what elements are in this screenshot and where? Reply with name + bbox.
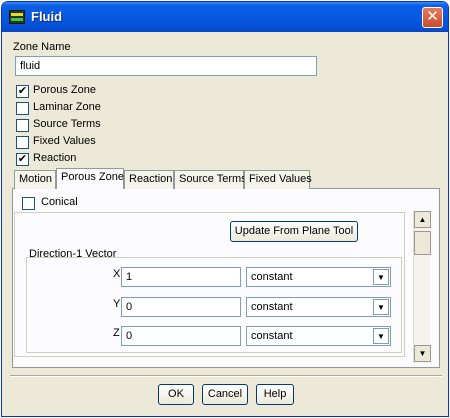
checkmark-icon: ✔ bbox=[17, 85, 28, 97]
update-from-plane-tool-button[interactable]: Update From Plane Tool bbox=[230, 221, 358, 242]
source-terms-checkbox[interactable] bbox=[16, 119, 29, 132]
window-title: Fluid bbox=[31, 9, 63, 24]
y-input[interactable]: 0 bbox=[121, 297, 241, 317]
tab-fixed-values[interactable]: Fixed Values bbox=[244, 170, 312, 189]
conical-checkbox[interactable] bbox=[22, 197, 35, 210]
z-method-select[interactable]: constant ▼ bbox=[246, 326, 391, 346]
tab-motion[interactable]: Motion bbox=[14, 170, 56, 189]
reaction-checkbox[interactable]: ✔ bbox=[16, 153, 29, 166]
x-input[interactable]: 1 bbox=[121, 267, 241, 287]
zone-name-label: Zone Name bbox=[13, 41, 71, 53]
tab-porous-zone[interactable]: Porous Zone bbox=[56, 168, 124, 189]
option-label: Porous Zone bbox=[33, 84, 96, 96]
x-method-value: constant bbox=[251, 271, 293, 283]
option-label: Fixed Values bbox=[33, 135, 96, 147]
z-label: Z bbox=[113, 327, 120, 339]
fixed-values-checkbox[interactable] bbox=[16, 136, 29, 149]
z-input[interactable]: 0 bbox=[121, 326, 241, 346]
x-label: X bbox=[113, 268, 121, 280]
tab-source-terms[interactable]: Source Terms bbox=[174, 170, 247, 189]
scroll-up-button[interactable]: ▲ bbox=[414, 211, 431, 228]
divider bbox=[10, 375, 442, 377]
option-label: Source Terms bbox=[33, 118, 101, 130]
title-bar[interactable]: Fluid ✕ bbox=[2, 2, 448, 32]
close-icon: ✕ bbox=[426, 8, 439, 25]
chevron-down-icon[interactable]: ▼ bbox=[373, 328, 389, 344]
fluent-app-icon bbox=[9, 10, 25, 24]
checkmark-icon: ✔ bbox=[17, 153, 28, 165]
chevron-up-icon: ▲ bbox=[418, 215, 427, 224]
close-button[interactable]: ✕ bbox=[422, 7, 443, 28]
scroll-thumb[interactable] bbox=[414, 231, 431, 255]
help-button[interactable]: Help bbox=[256, 384, 294, 405]
chevron-down-icon: ▼ bbox=[418, 349, 427, 358]
chevron-down-icon[interactable]: ▼ bbox=[373, 269, 389, 285]
scroll-down-button[interactable]: ▼ bbox=[414, 345, 431, 362]
fluid-dialog: Fluid ✕ Zone Name fluid ✔ Porous Zone La… bbox=[1, 1, 449, 417]
cancel-button[interactable]: Cancel bbox=[202, 384, 248, 405]
vertical-scrollbar[interactable]: ▲ ▼ bbox=[413, 211, 431, 363]
zone-name-input[interactable]: fluid bbox=[15, 56, 317, 76]
option-label: Reaction bbox=[33, 152, 77, 164]
x-method-select[interactable]: constant ▼ bbox=[246, 267, 391, 287]
chevron-down-icon[interactable]: ▼ bbox=[373, 299, 389, 315]
porous-zone-checkbox[interactable]: ✔ bbox=[16, 85, 29, 98]
option-label: Laminar Zone bbox=[33, 101, 101, 113]
y-label: Y bbox=[113, 298, 121, 310]
y-method-select[interactable]: constant ▼ bbox=[246, 297, 391, 317]
z-method-value: constant bbox=[251, 330, 293, 342]
conical-label: Conical bbox=[41, 196, 78, 208]
ok-button[interactable]: OK bbox=[158, 384, 194, 405]
tab-reaction[interactable]: Reaction bbox=[124, 170, 174, 189]
y-method-value: constant bbox=[251, 301, 293, 313]
laminar-zone-checkbox[interactable] bbox=[16, 102, 29, 115]
